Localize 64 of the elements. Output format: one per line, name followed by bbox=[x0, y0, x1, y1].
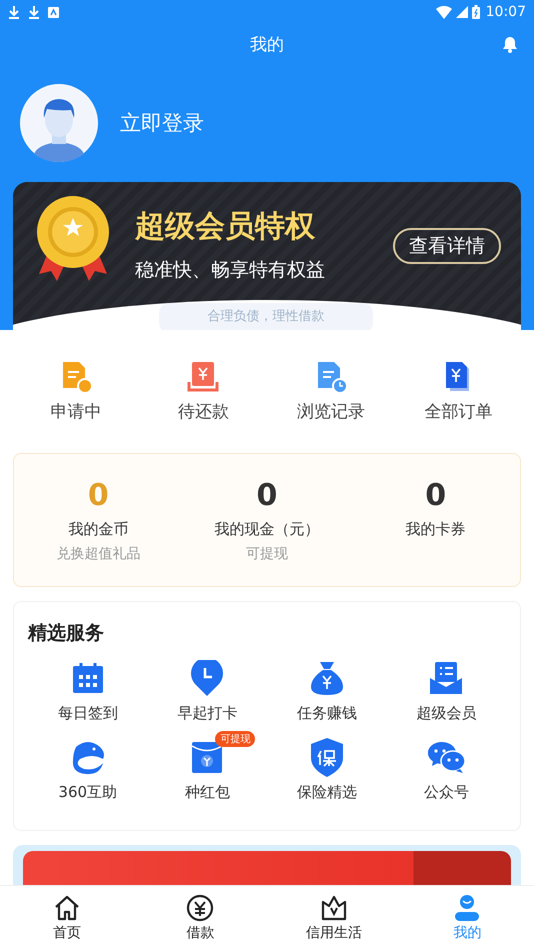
service-item[interactable]: 可提现 种红包 bbox=[148, 729, 267, 802]
tab[interactable]: 借款 bbox=[140, 894, 260, 942]
stat-value: 0 bbox=[256, 478, 278, 514]
download-icon bbox=[8, 5, 20, 19]
quick-link[interactable]: 待还款 bbox=[148, 360, 258, 423]
service-label: 种红包 bbox=[184, 783, 230, 802]
banner-title: 超级会员特权 bbox=[135, 208, 316, 246]
stat-label[interactable]: 我的金币 bbox=[68, 520, 128, 539]
calendar-icon bbox=[70, 661, 105, 695]
stat-value: 0 bbox=[88, 478, 109, 514]
stat-note: 可提现 bbox=[246, 545, 288, 563]
service-label: 超级会员 bbox=[416, 704, 476, 723]
quick-link-label: 全部订单 bbox=[424, 401, 492, 423]
quick-link-label: 待还款 bbox=[178, 401, 229, 423]
money-bag-icon bbox=[310, 660, 344, 696]
download-icon bbox=[28, 5, 40, 19]
stat-label[interactable]: 我的现金（元） bbox=[214, 520, 320, 539]
service-item[interactable]: 每日签到 bbox=[28, 650, 148, 723]
slogan-pill: 合理负债，理性借款 bbox=[159, 303, 373, 330]
wifi-icon bbox=[436, 6, 452, 18]
service-item[interactable]: 超级会员 bbox=[386, 650, 506, 723]
app-notification-icon bbox=[48, 6, 59, 18]
avatar-icon[interactable] bbox=[20, 84, 98, 162]
stat-label[interactable]: 我的卡券 bbox=[406, 520, 466, 539]
user-icon bbox=[453, 894, 482, 922]
membership-banner[interactable]: 超级会员特权 稳准快、畅享特有权益 查看详情 合理负债，理性借款 bbox=[13, 182, 521, 330]
promo-banner[interactable] bbox=[13, 845, 521, 885]
page-title: 我的 bbox=[250, 34, 284, 56]
quick-link-label: 浏览记录 bbox=[296, 401, 365, 423]
bill-icon bbox=[186, 360, 220, 394]
service-label: 早起打卡 bbox=[177, 704, 238, 723]
service-label: 每日签到 bbox=[58, 704, 118, 723]
quick-link[interactable]: 全部订单 bbox=[403, 360, 514, 423]
crown-icon bbox=[320, 894, 348, 922]
service-item[interactable]: 早起打卡 bbox=[148, 650, 267, 723]
service-label: 公众号 bbox=[424, 783, 469, 802]
service-label: 任务赚钱 bbox=[296, 704, 357, 723]
stat-value: 0 bbox=[425, 478, 446, 514]
quick-link[interactable]: 申请中 bbox=[20, 360, 131, 423]
banner-subtitle: 稳准快、畅享特有权益 bbox=[135, 258, 325, 283]
quick-link[interactable]: 浏览记录 bbox=[276, 360, 386, 423]
tab[interactable]: 首页 bbox=[6, 894, 127, 942]
service-item[interactable]: 公众号 bbox=[386, 729, 506, 802]
stat-note: 兑换超值礼品 bbox=[56, 545, 140, 563]
clock-pin-icon bbox=[190, 660, 224, 696]
battery-icon bbox=[472, 5, 480, 19]
signal-icon bbox=[456, 6, 468, 18]
badge: 可提现 bbox=[215, 731, 256, 747]
service-label: 保险精选 bbox=[296, 783, 357, 802]
service-item[interactable]: 360互助 bbox=[28, 729, 148, 802]
notification-bell-icon[interactable] bbox=[502, 36, 518, 53]
yuan-icon bbox=[186, 894, 214, 922]
home-icon bbox=[52, 894, 81, 922]
view-details-button[interactable]: 查看详情 bbox=[393, 228, 501, 264]
envelope-list-icon bbox=[429, 661, 464, 695]
service-label: 360互助 bbox=[58, 783, 118, 802]
shield-icon bbox=[310, 737, 344, 777]
quick-link-label: 申请中 bbox=[50, 401, 102, 423]
chat-bubbles-icon bbox=[426, 740, 466, 774]
section-title: 精选服务 bbox=[28, 622, 104, 644]
service-item[interactable]: 任务赚钱 bbox=[267, 650, 386, 723]
service-item[interactable]: 保险精选 bbox=[267, 729, 386, 802]
tab[interactable]: 信用生活 bbox=[274, 894, 394, 942]
clock-time: 10:07 bbox=[486, 4, 526, 20]
